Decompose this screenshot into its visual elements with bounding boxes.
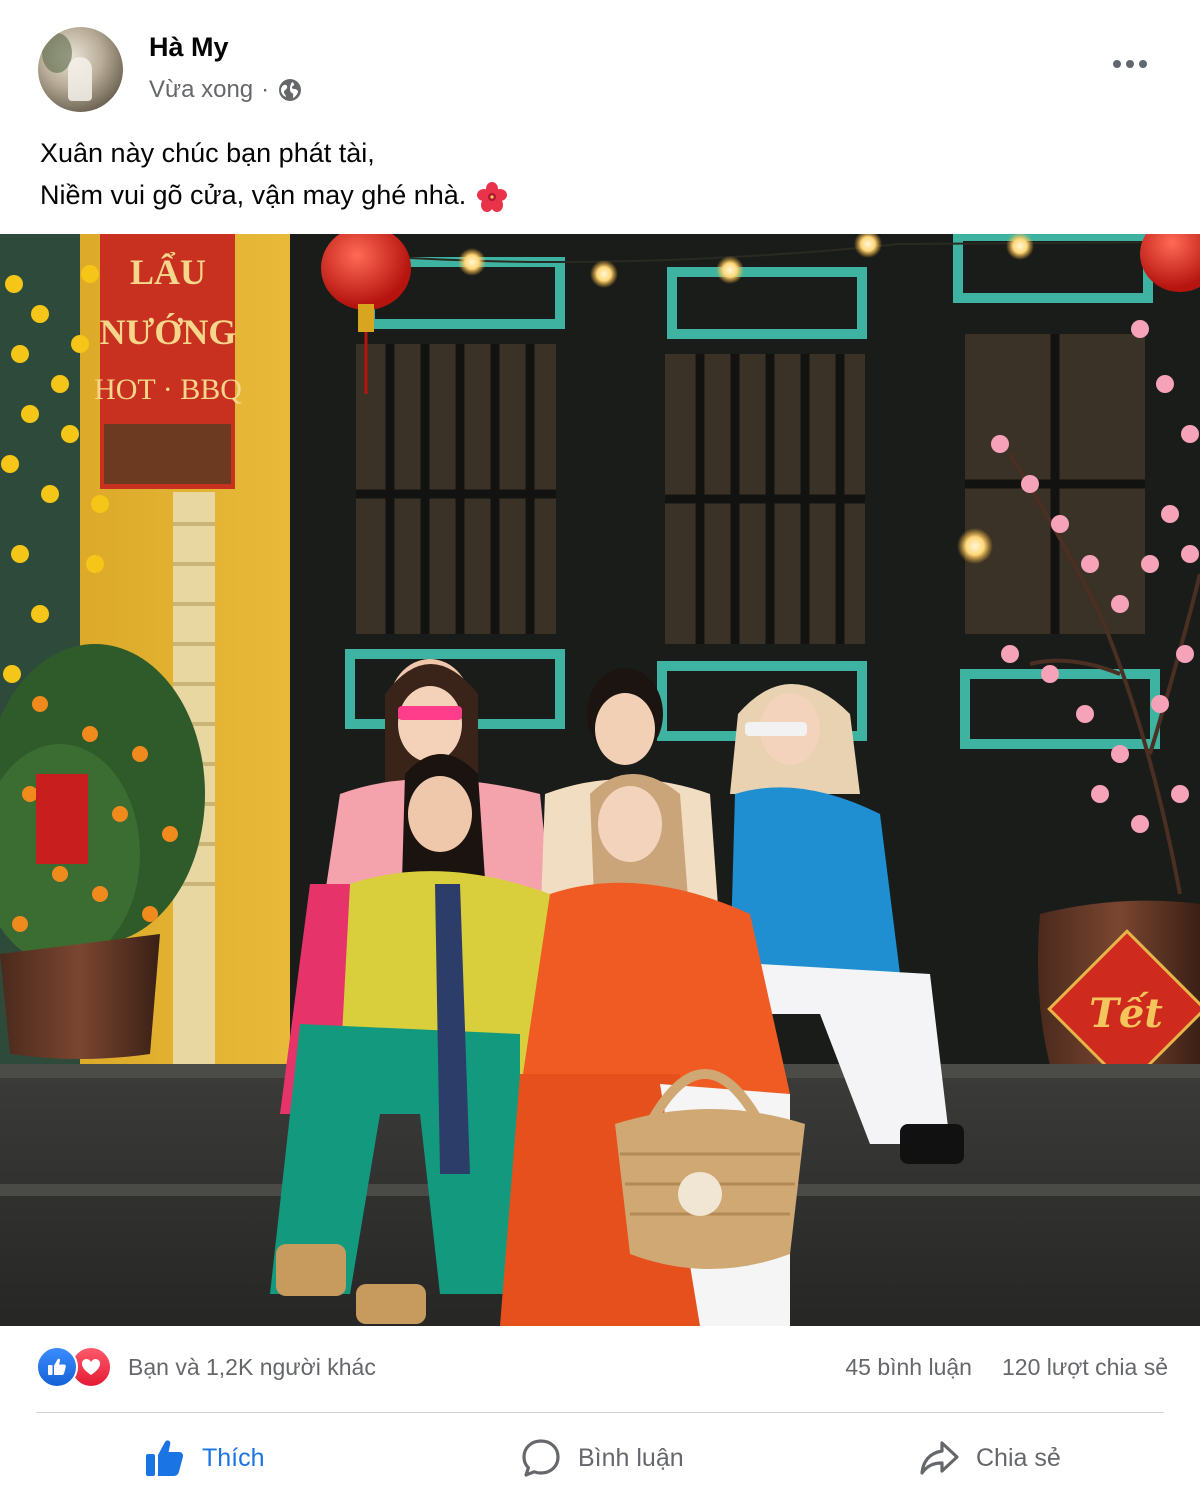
post-caption: Xuân này chúc bạn phát tài, Niềm vui gõ … xyxy=(40,132,508,216)
like-button[interactable]: Thích xyxy=(144,1432,265,1484)
caption-line: Niềm vui gõ cửa, vận may ghé nhà. xyxy=(40,180,467,210)
globe-icon[interactable] xyxy=(277,77,303,103)
more-options-icon xyxy=(1126,60,1134,68)
more-options-button[interactable] xyxy=(1108,44,1152,84)
divider xyxy=(36,1412,1164,1413)
reaction-summary[interactable]: Bạn và 1,2K người khác xyxy=(36,1346,376,1388)
share-arrow-icon xyxy=(918,1437,960,1479)
hibiscus-flower-icon xyxy=(476,181,508,213)
banner-line: HOT · BBQ xyxy=(94,373,242,406)
caption-line-with-emoji: Niềm vui gõ cửa, vận may ghé nhà. xyxy=(40,174,508,216)
meta-separator: · xyxy=(261,76,270,103)
pot-label: Tết xyxy=(1089,990,1163,1037)
author-name[interactable]: Hà My xyxy=(149,32,229,63)
post-card: Hà My Vừa xong · Xuân này chúc bạn phát … xyxy=(0,0,1200,1499)
engagement-counts: 45 bình luận 120 lượt chia sẻ xyxy=(845,1354,1168,1381)
more-options-icon xyxy=(1139,60,1147,68)
comment-label: Bình luận xyxy=(578,1443,684,1472)
thumbs-up-icon xyxy=(144,1437,186,1479)
share-count[interactable]: 120 lượt chia sẻ xyxy=(1002,1354,1168,1381)
like-icon xyxy=(36,1346,78,1388)
reaction-count[interactable]: Bạn và 1,2K người khác xyxy=(128,1354,376,1381)
timestamp[interactable]: Vừa xong xyxy=(149,76,253,104)
banner-line: NƯỚNG xyxy=(100,312,237,352)
post-meta: Vừa xong · xyxy=(149,76,303,104)
banner-line: LẨU xyxy=(130,252,206,292)
avatar[interactable] xyxy=(38,27,123,112)
post-photo[interactable]: LẨU NƯỚNG HOT · BBQ Tết xyxy=(0,234,1200,1326)
more-options-icon xyxy=(1113,60,1121,68)
share-label: Chia sẻ xyxy=(976,1443,1061,1472)
avatar-figure xyxy=(68,57,92,101)
comment-count[interactable]: 45 bình luận xyxy=(845,1354,972,1381)
caption-line: Xuân này chúc bạn phát tài, xyxy=(40,138,375,168)
share-button[interactable]: Chia sẻ xyxy=(918,1432,1061,1484)
comment-button[interactable]: Bình luận xyxy=(520,1432,684,1484)
comment-icon xyxy=(520,1437,562,1479)
like-label: Thích xyxy=(202,1443,265,1472)
